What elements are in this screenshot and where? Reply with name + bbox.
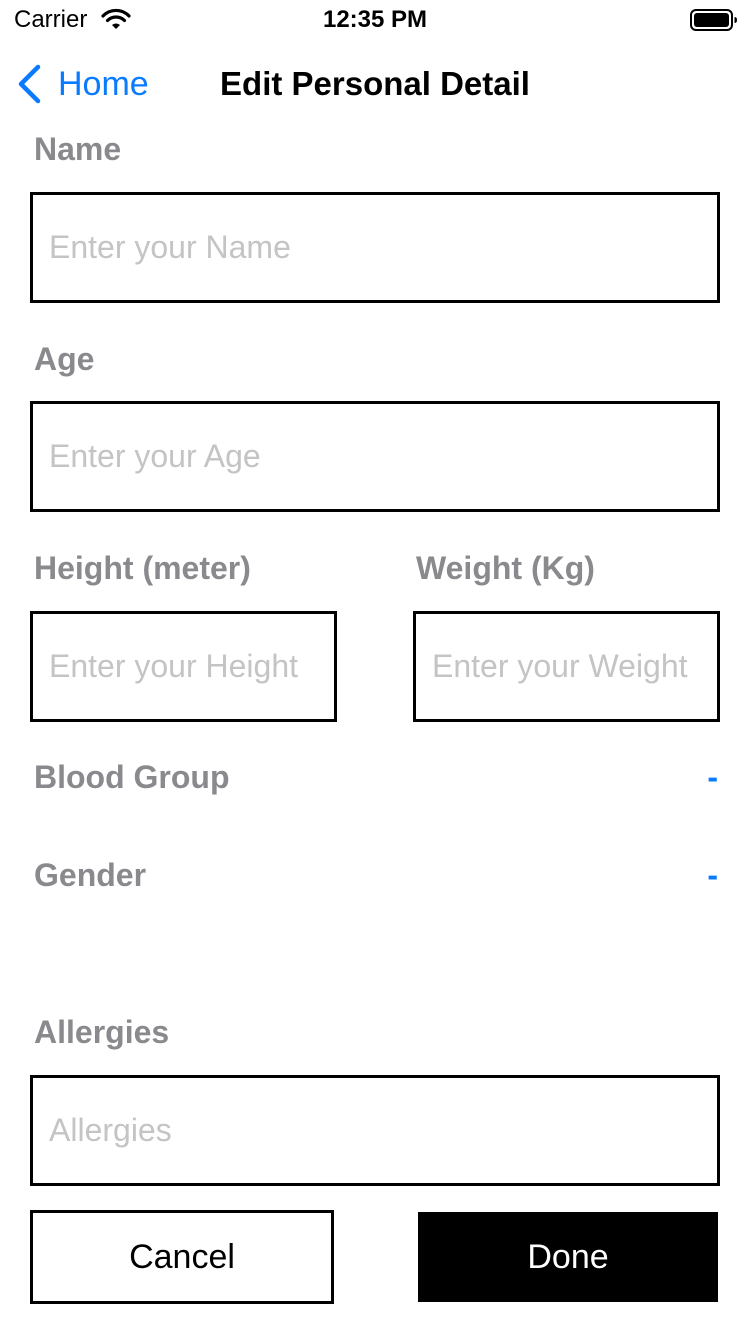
age-field[interactable] bbox=[30, 401, 720, 512]
done-button[interactable]: Done bbox=[418, 1212, 718, 1302]
page-title: Edit Personal Detail bbox=[220, 65, 530, 102]
name-field[interactable] bbox=[30, 192, 720, 303]
status-bar: Carrier 12:35 PM bbox=[0, 0, 750, 40]
blood-group-label: Blood Group bbox=[34, 759, 230, 795]
allergies-field[interactable] bbox=[30, 1075, 720, 1186]
cancel-button[interactable]: Cancel bbox=[30, 1210, 334, 1304]
allergies-label: Allergies bbox=[34, 1014, 170, 1050]
height-label: Height (meter) bbox=[34, 550, 251, 586]
weight-label: Weight (Kg) bbox=[416, 550, 595, 586]
weight-field[interactable] bbox=[413, 611, 720, 722]
gender-selector[interactable]: - bbox=[707, 856, 718, 894]
status-time: 12:35 PM bbox=[322, 6, 428, 33]
blood-group-selector[interactable]: - bbox=[707, 758, 718, 796]
navigation-bar: Home Edit Personal Detail bbox=[0, 40, 750, 128]
gender-label: Gender bbox=[34, 857, 147, 893]
battery-icon bbox=[690, 9, 737, 31]
age-label: Age bbox=[34, 341, 95, 377]
name-label: Name bbox=[34, 131, 122, 167]
height-field[interactable] bbox=[30, 611, 337, 722]
